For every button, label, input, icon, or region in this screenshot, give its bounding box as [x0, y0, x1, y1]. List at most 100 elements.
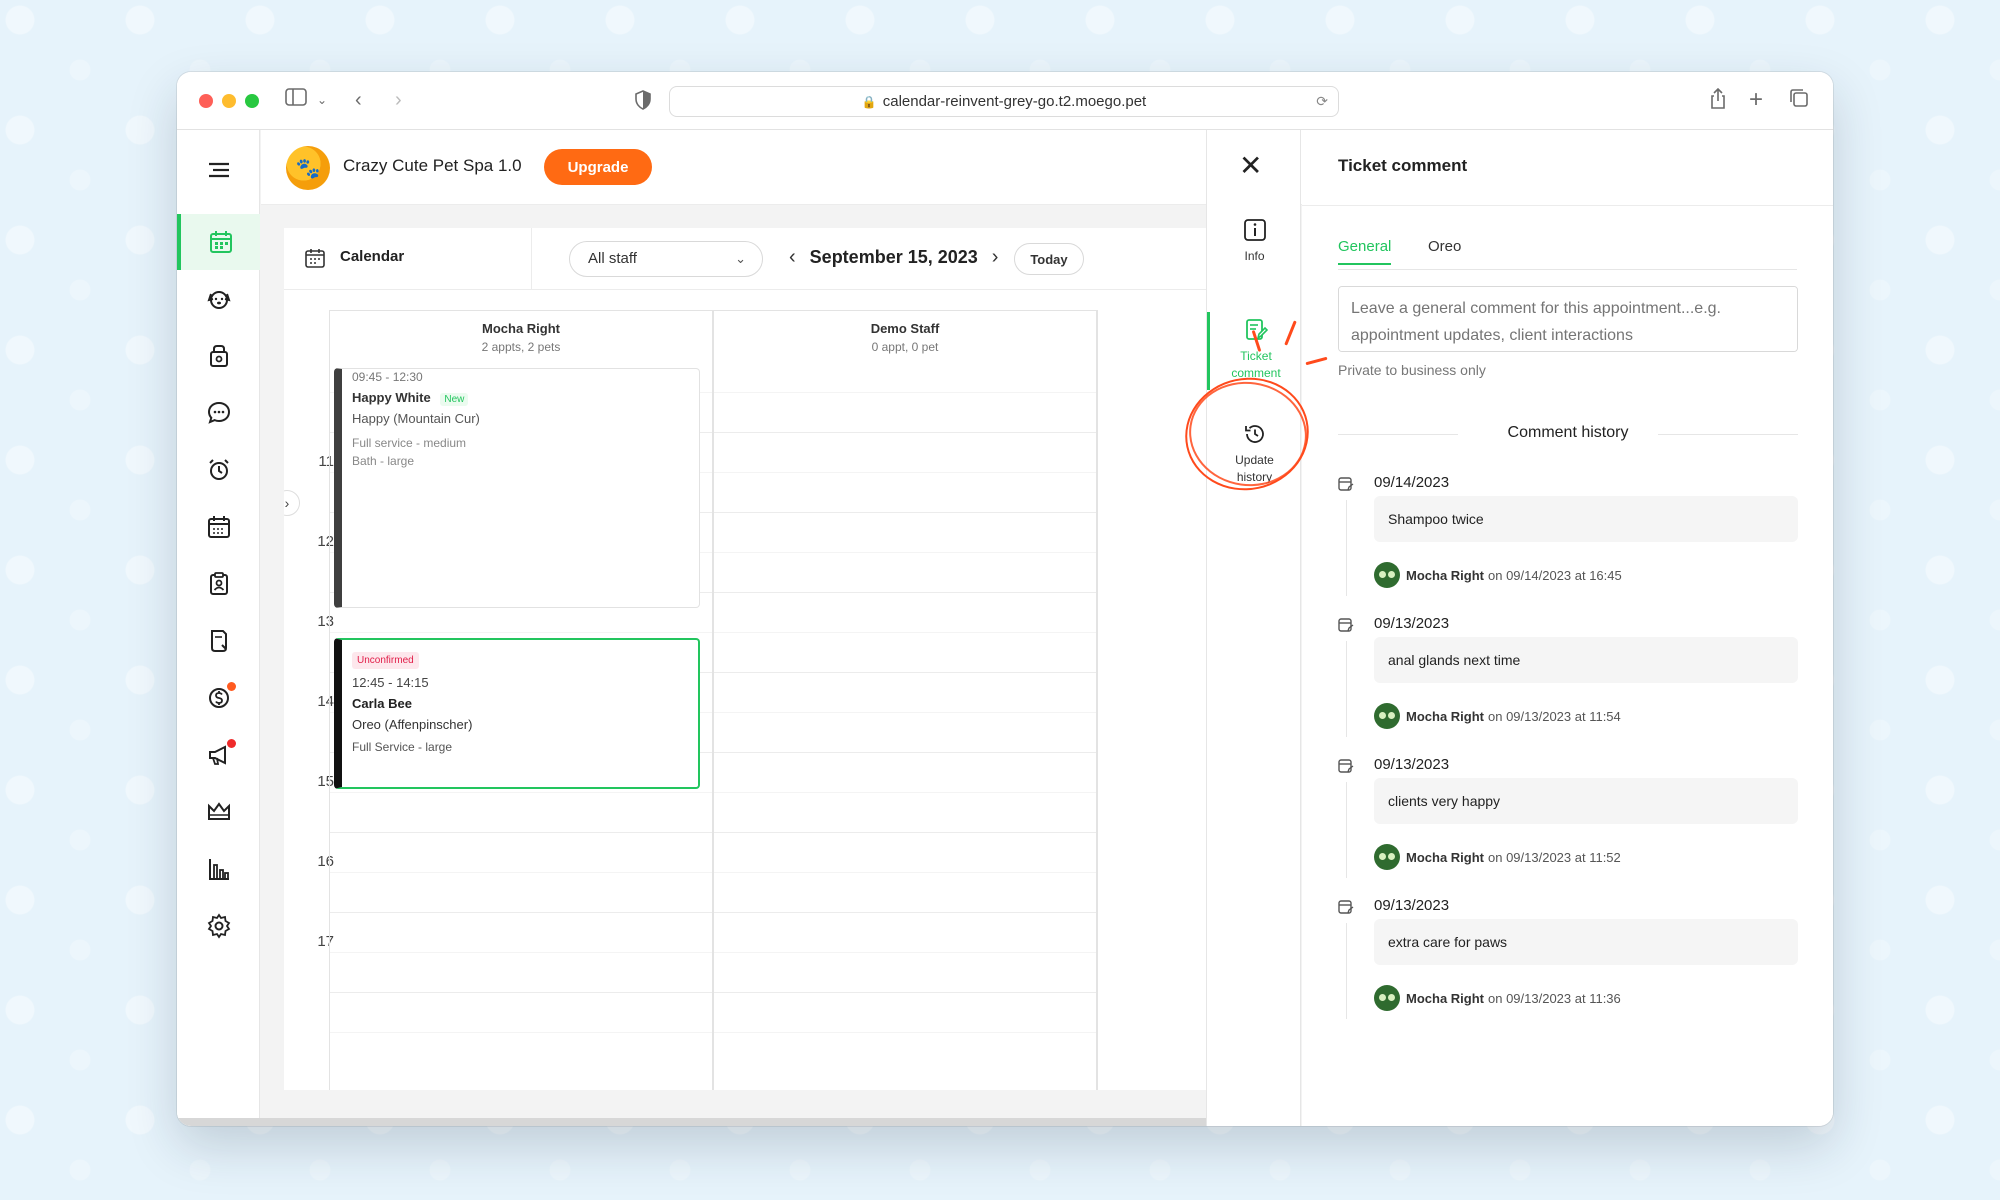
minimize-window-button[interactable] [222, 94, 236, 108]
appointment-card-selected[interactable]: Unconfirmed 12:45 - 14:15 Carla Bee Oreo… [334, 638, 700, 789]
comment-text: extra care for paws [1374, 919, 1798, 965]
current-date[interactable]: September 15, 2023 [810, 247, 978, 268]
menu-icon[interactable] [177, 142, 260, 198]
comment-author: Mocha Right on 09/14/2023 at 16:45 [1374, 562, 1622, 588]
staff-appt-count: 2 appts, 2 pets [481, 340, 561, 354]
calendar-edit-icon [1338, 900, 1354, 914]
appointment-time: 09:45 - 12:30 [352, 370, 423, 384]
url-text: calendar-reinvent-grey-go.t2.moego.pet [882, 93, 1147, 110]
nav-settings[interactable] [177, 898, 260, 954]
business-name[interactable]: Crazy Cute Pet Spa 1.0 [343, 156, 522, 176]
app-root: 🐾 Crazy Cute Pet Spa 1.0 Upgrade Calenda… [177, 130, 1833, 1126]
reload-icon[interactable]: ⟳ [1316, 87, 1328, 116]
nav-pets[interactable] [177, 271, 260, 327]
browser-window: ⌄ ‹ › 🔒 calendar-reinvent-grey-go.t2.moeg… [177, 72, 1833, 1126]
expand-sidebar-icon[interactable]: › [284, 490, 300, 516]
appointment-time: 12:45 - 14:15 [352, 675, 429, 690]
next-day-icon[interactable]: › [992, 246, 999, 269]
service-item: Full service - medium [352, 436, 467, 450]
staff-column-header[interactable]: Demo Staff 0 appt, 0 pet [713, 310, 1097, 367]
prev-day-icon[interactable]: ‹ [789, 246, 796, 269]
author-name: Mocha Right [1406, 990, 1484, 1006]
comment-history-header: Comment history [1338, 424, 1798, 446]
nav-reminders[interactable] [177, 442, 260, 498]
rail-info[interactable]: Info [1207, 218, 1302, 265]
calendar-panel: Calendar All staff ⌄ ‹ September 15, 202… [284, 228, 1284, 1090]
upgrade-button[interactable]: Upgrade [544, 149, 652, 185]
pet-icon [206, 291, 231, 309]
comment-text: Shampoo twice [1374, 496, 1798, 542]
comment-author: Mocha Right on 09/13/2023 at 11:54 [1374, 703, 1621, 729]
comment-entry: 09/14/2023 Shampoo twice Mocha Right on … [1338, 474, 1798, 615]
rail-info-label: Info [1244, 249, 1265, 263]
horizontal-scrollbar[interactable] [177, 1118, 1211, 1126]
browser-toolbar: ⌄ ‹ › 🔒 calendar-reinvent-grey-go.t2.moeg… [177, 72, 1833, 130]
info-icon [1243, 219, 1266, 241]
comment-date: 09/13/2023 [1374, 756, 1450, 773]
nav-clients[interactable] [177, 556, 260, 612]
tabs-overview-icon[interactable] [1789, 88, 1809, 114]
comment-date: 09/13/2023 [1374, 615, 1450, 632]
new-tab-icon[interactable]: + [1749, 88, 1763, 112]
calendar-edit-icon [1338, 477, 1354, 491]
appointment-card[interactable]: 09:45 - 12:30 Happy White New Happy (Mou… [334, 368, 700, 608]
nav-messages[interactable] [177, 385, 260, 441]
tab-general[interactable]: General [1338, 238, 1392, 265]
clipboard-icon [209, 572, 228, 595]
business-logo[interactable]: 🐾 [286, 146, 330, 190]
date-navigator: ‹ September 15, 2023 › [789, 246, 998, 269]
chat-icon [207, 401, 230, 424]
comment-date: 09/14/2023 [1374, 474, 1450, 491]
author-name: Mocha Right [1406, 567, 1484, 583]
tab-oreo[interactable]: Oreo [1428, 238, 1461, 263]
close-window-button[interactable] [199, 94, 213, 108]
zoom-window-button[interactable] [245, 94, 259, 108]
avatar [1374, 703, 1400, 729]
staff-column[interactable] [713, 367, 1097, 1090]
avatar [1374, 562, 1400, 588]
comment-timestamp: on 09/13/2023 at 11:54 [1488, 708, 1621, 724]
nav-calendar[interactable] [177, 214, 260, 270]
comment-text: clients very happy [1374, 778, 1798, 824]
address-bar[interactable]: 🔒 calendar-reinvent-grey-go.t2.moego.pet … [669, 86, 1339, 117]
comment-timestamp: on 09/13/2023 at 11:52 [1488, 849, 1621, 865]
appointment-pet: Oreo (Affenpinscher) [352, 717, 473, 732]
avatar [1374, 844, 1400, 870]
nav-agreements[interactable] [177, 613, 260, 669]
comment-entry: 09/13/2023 clients very happy Mocha Righ… [1338, 756, 1798, 897]
staff-name: Demo Staff [870, 321, 940, 336]
comment-entry: 09/13/2023 extra care for paws Mocha Rig… [1338, 897, 1798, 1038]
avatar [1374, 985, 1400, 1011]
nav-reports[interactable] [177, 841, 260, 897]
notification-dot [227, 739, 236, 748]
nav-payments[interactable] [177, 670, 260, 726]
nav-membership[interactable] [177, 784, 260, 840]
calendar-grid: › 11 12 13 14 15 16 17 Mocha Right 2 app… [284, 290, 1284, 1090]
window-controls [199, 94, 259, 108]
back-icon[interactable]: ‹ [355, 88, 362, 112]
staff-column-header[interactable]: Mocha Right 2 appts, 2 pets [329, 310, 713, 367]
close-icon[interactable]: ✕ [1239, 152, 1262, 180]
panel-title: Ticket comment [1338, 156, 1468, 175]
document-icon [210, 630, 227, 652]
calendar-icon [305, 249, 325, 268]
today-button[interactable]: Today [1014, 243, 1084, 275]
comment-input[interactable] [1338, 286, 1798, 352]
calendar-header: Calendar All staff ⌄ ‹ September 15, 202… [284, 228, 1284, 290]
client-name: Carla Bee [352, 696, 412, 711]
share-icon[interactable] [1709, 87, 1727, 116]
forward-icon[interactable]: › [395, 88, 402, 112]
crown-icon [207, 802, 230, 820]
sidebar-toggle-icon[interactable] [285, 88, 307, 112]
shield-icon[interactable] [635, 90, 651, 116]
comment-entry: 09/13/2023 anal glands next time Mocha R… [1338, 615, 1798, 756]
history-title: Comment history [1493, 424, 1643, 441]
calendar-icon [209, 231, 232, 253]
new-client-badge: New [440, 393, 469, 406]
chevron-down-icon[interactable]: ⌄ [317, 88, 327, 112]
nav-schedule[interactable] [177, 499, 260, 555]
nav-retail[interactable] [177, 328, 260, 384]
staff-filter-select[interactable]: All staff ⌄ [569, 241, 763, 277]
comment-timestamp: on 09/13/2023 at 11:36 [1488, 990, 1621, 1006]
nav-marketing[interactable] [177, 727, 260, 783]
